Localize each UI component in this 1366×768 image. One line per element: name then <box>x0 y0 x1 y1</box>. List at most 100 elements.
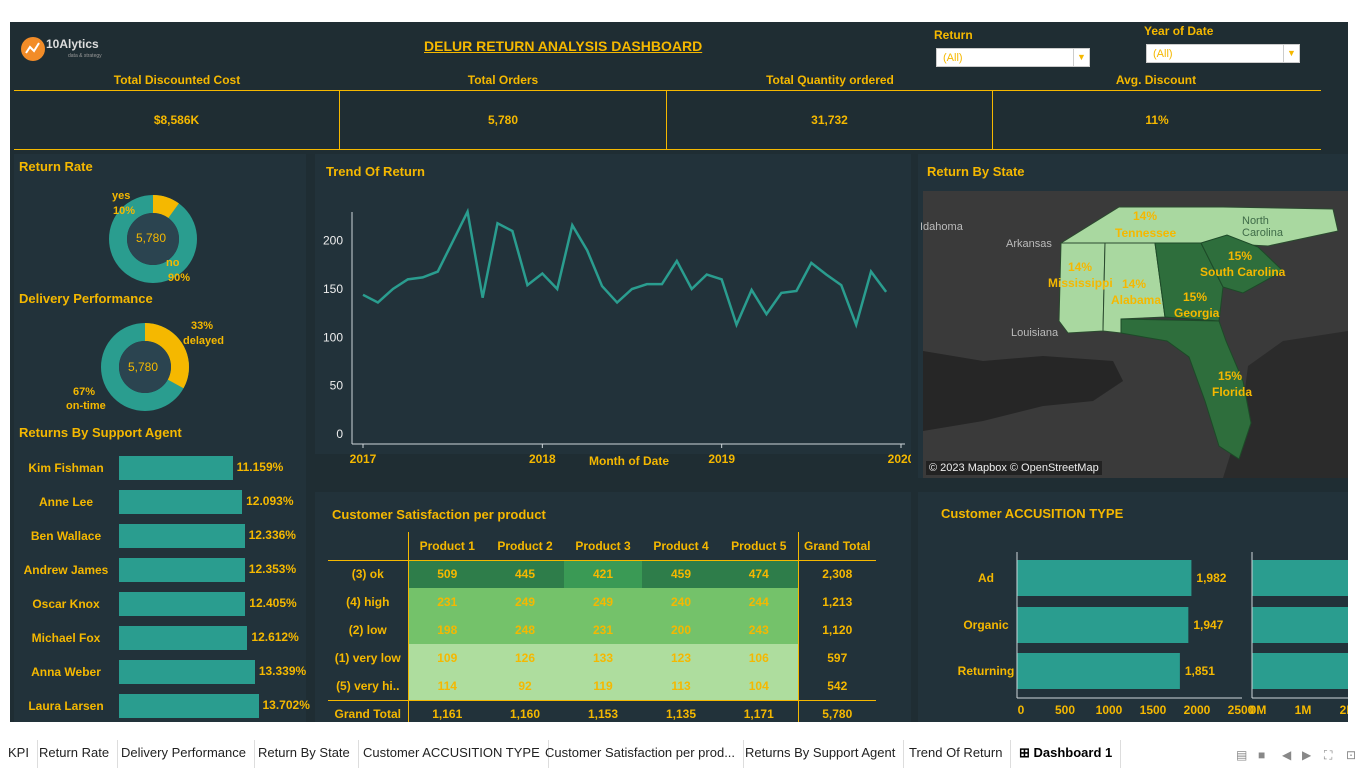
acquisition-bar[interactable] <box>1017 607 1189 643</box>
trend-point[interactable] <box>361 293 365 297</box>
agent-bar[interactable] <box>119 490 243 514</box>
table-cell[interactable]: 92 <box>486 672 564 700</box>
trend-point[interactable] <box>600 284 604 288</box>
trend-point[interactable] <box>466 210 470 214</box>
table-cell[interactable]: 126 <box>486 644 564 672</box>
trend-point[interactable] <box>794 289 798 293</box>
trend-point[interactable] <box>809 261 813 265</box>
trend-point[interactable] <box>585 248 589 252</box>
trend-point[interactable] <box>630 287 634 291</box>
table-cell[interactable]: 231 <box>564 616 642 644</box>
trend-point[interactable] <box>421 275 425 279</box>
table-cell[interactable]: 243 <box>720 616 798 644</box>
table-cell[interactable]: 198 <box>407 616 486 644</box>
filter-return-dropdown[interactable]: (All) ▼ <box>936 48 1090 67</box>
list-item[interactable]: Michael Fox 12.612% <box>14 624 306 652</box>
table-cell[interactable]: 123 <box>642 644 720 672</box>
column-header[interactable]: Product 3 <box>564 532 642 561</box>
table-cell[interactable]: 106 <box>720 644 798 672</box>
trend-point[interactable] <box>735 323 739 327</box>
table-cell[interactable]: 445 <box>486 560 564 588</box>
table-cell[interactable]: 474 <box>720 560 798 588</box>
table-row[interactable]: (1) very low 109 126 133 123 106 597 <box>328 644 876 672</box>
prev-sheet-icon[interactable]: ◀ <box>1282 748 1291 762</box>
trend-point[interactable] <box>525 283 529 287</box>
trend-point[interactable] <box>839 283 843 287</box>
agent-bar[interactable] <box>119 524 245 548</box>
trend-point[interactable] <box>451 240 455 244</box>
next-sheet-icon[interactable]: ▶ <box>1302 748 1311 762</box>
view-sheets-icon[interactable]: ▤ <box>1236 748 1247 762</box>
agent-bar[interactable] <box>119 558 245 582</box>
agent-bar[interactable] <box>119 694 259 718</box>
view-filmstrip-icon[interactable]: ■ <box>1258 748 1265 762</box>
acquisition-bar-chart[interactable]: Ad 1,982 Organic 1,947 Returning 1,851 0 500 100… <box>918 522 1348 722</box>
table-cell[interactable]: 248 <box>486 616 564 644</box>
table-cell[interactable]: 114 <box>407 672 486 700</box>
list-item[interactable]: Oscar Knox 12.405% <box>14 590 306 618</box>
tab-3[interactable]: Delivery Performance <box>113 740 255 768</box>
list-item[interactable]: Laura Larsen 13.702% <box>14 692 310 720</box>
trend-point[interactable] <box>645 282 649 286</box>
present-icon[interactable]: ⊡ <box>1346 748 1356 762</box>
tab-9[interactable]: ⊞ Dashboard 1 <box>1011 740 1122 768</box>
trend-point[interactable] <box>436 270 440 274</box>
trend-point[interactable] <box>675 259 679 263</box>
trend-series-line[interactable] <box>362 207 888 329</box>
agent-bar[interactable] <box>119 660 255 684</box>
table-cell[interactable]: 509 <box>407 560 486 588</box>
sales-bar[interactable] <box>1252 560 1348 596</box>
trend-point[interactable] <box>765 312 769 316</box>
agent-bar[interactable] <box>119 592 246 616</box>
trend-point[interactable] <box>854 323 858 327</box>
list-item[interactable]: Anna Weber 13.339% <box>14 658 306 686</box>
fullscreen-icon[interactable]: ⛶ <box>1324 748 1332 763</box>
trend-point[interactable] <box>779 291 783 295</box>
list-item[interactable]: Andrew James 12.353% <box>14 556 306 584</box>
trend-point[interactable] <box>615 301 619 305</box>
table-row[interactable]: (2) low 198 248 231 200 243 1,120 <box>328 616 876 644</box>
table-cell[interactable]: 113 <box>642 672 720 700</box>
tab-8[interactable]: Trend Of Return <box>901 740 1012 768</box>
table-cell[interactable]: 104 <box>720 672 798 700</box>
table-cell[interactable]: 119 <box>564 672 642 700</box>
table-cell[interactable]: 459 <box>642 560 720 588</box>
map-attribution[interactable]: © 2023 Mapbox © OpenStreetMap <box>926 461 1102 475</box>
table-cell[interactable]: 133 <box>564 644 642 672</box>
trend-line-chart[interactable]: 0 50 100 150 200 2017 2018 2019 2020 <box>315 172 911 472</box>
tab-4[interactable]: Return By State <box>250 740 359 768</box>
table-row[interactable]: (3) ok 509 445 421 459 474 2,308 <box>328 560 876 588</box>
table-cell[interactable]: 244 <box>720 588 798 616</box>
trend-point[interactable] <box>705 273 709 277</box>
table-cell[interactable]: 249 <box>486 588 564 616</box>
table-cell[interactable]: 109 <box>407 644 486 672</box>
trend-point[interactable] <box>406 277 410 281</box>
trend-point[interactable] <box>391 287 395 291</box>
column-header[interactable]: Product 2 <box>486 532 564 561</box>
sales-bar[interactable] <box>1252 653 1348 689</box>
tab-7[interactable]: Returns By Support Agent <box>737 740 905 768</box>
column-header[interactable]: Product 1 <box>407 532 486 561</box>
agent-bar[interactable] <box>119 456 233 480</box>
trend-point[interactable] <box>510 229 514 233</box>
trend-point[interactable] <box>884 290 888 294</box>
trend-point[interactable] <box>869 270 873 274</box>
trend-point[interactable] <box>376 301 380 305</box>
column-header[interactable]: Product 4 <box>642 532 720 561</box>
table-cell[interactable]: 249 <box>564 588 642 616</box>
trend-point[interactable] <box>570 223 574 227</box>
acquisition-bar[interactable] <box>1017 560 1192 596</box>
list-item[interactable]: Anne Lee 12.093% <box>14 488 306 516</box>
tab-5[interactable]: Customer ACCUSITION TYPE <box>355 740 549 768</box>
list-item[interactable]: Ben Wallace 12.336% <box>14 522 306 550</box>
sales-bar[interactable] <box>1252 607 1348 643</box>
tab-2[interactable]: Return Rate <box>31 740 119 768</box>
trend-point[interactable] <box>555 287 559 291</box>
table-row[interactable]: (5) very hi.. 114 92 119 113 104 542 <box>328 672 876 700</box>
table-cell[interactable]: 231 <box>407 588 486 616</box>
table-cell[interactable]: 421 <box>564 560 642 588</box>
agent-bar[interactable] <box>119 626 248 650</box>
column-header[interactable]: Grand Total <box>797 532 876 561</box>
trend-point[interactable] <box>750 288 754 292</box>
filter-year-dropdown[interactable]: (All) ▼ <box>1146 44 1300 63</box>
